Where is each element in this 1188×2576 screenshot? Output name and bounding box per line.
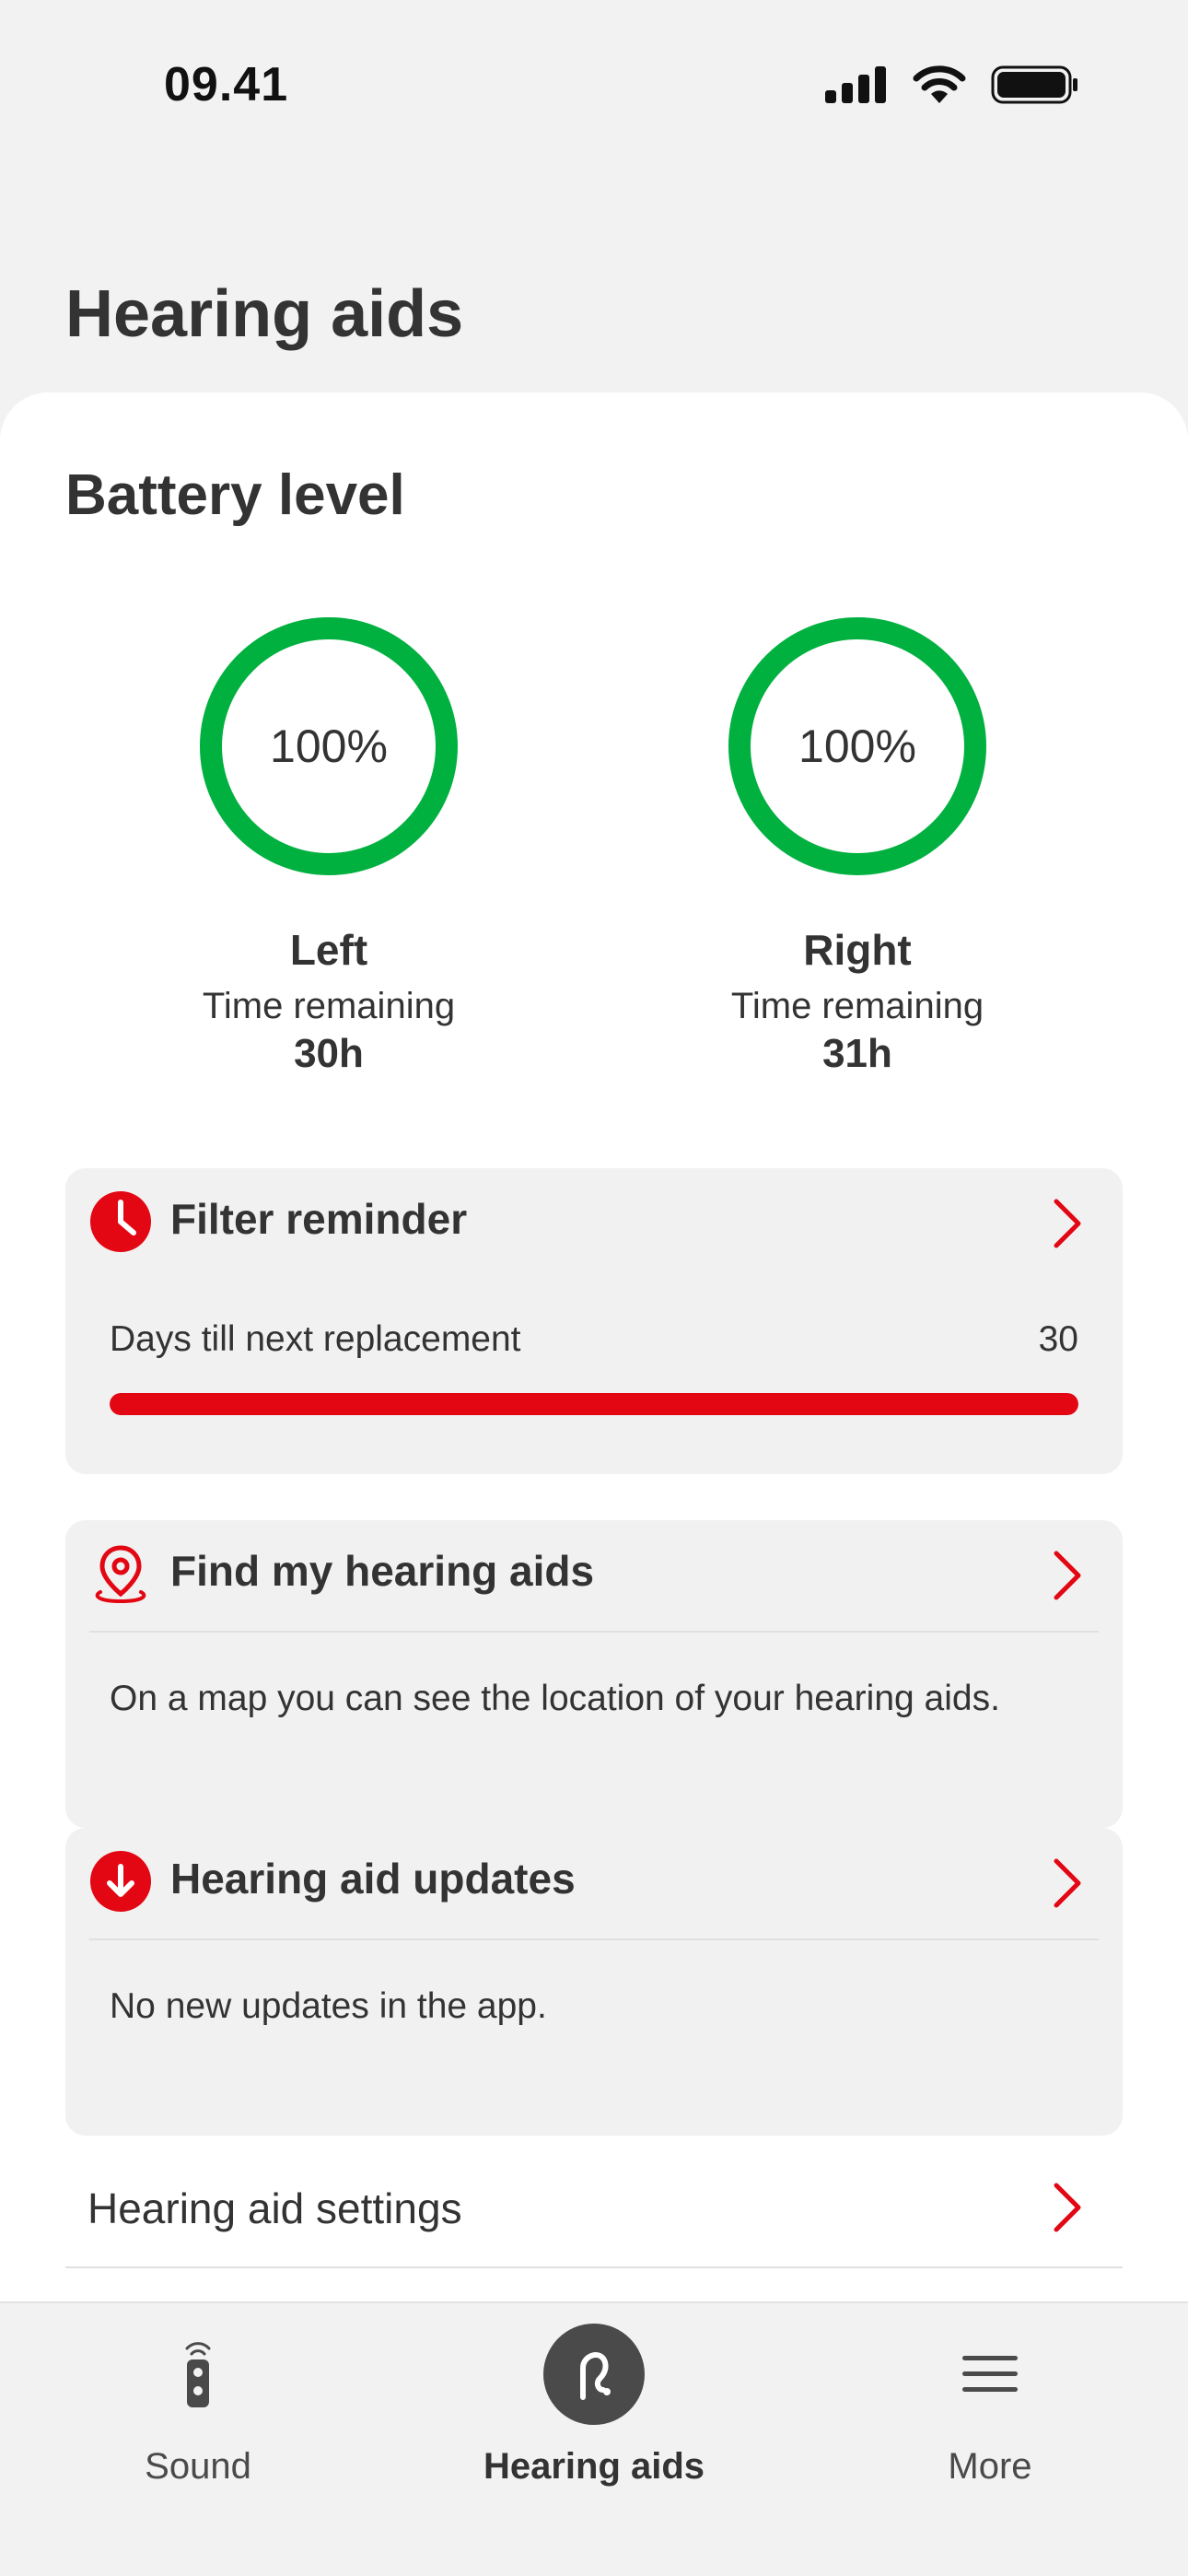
tab-sound-label: Sound xyxy=(145,2446,251,2487)
find-hearing-aids-title: Find my hearing aids xyxy=(170,1547,595,1595)
location-pin-icon xyxy=(95,1545,146,1604)
time-remaining-label-left: Time remaining xyxy=(202,986,456,1026)
hearing-aid-icon[interactable] xyxy=(543,2324,645,2425)
tab-more-label: More xyxy=(948,2446,1032,2487)
chevron-right-icon[interactable] xyxy=(1049,1856,1086,1911)
tab-bar: Sound Hearing aids More xyxy=(0,2301,1188,2576)
clock-icon xyxy=(90,1191,151,1252)
battery-percent-left: 100% xyxy=(270,720,388,772)
battery-percent-right: 100% xyxy=(798,720,916,772)
download-icon xyxy=(90,1851,151,1912)
cellular-signal-icon xyxy=(825,66,886,103)
battery-side-left: Left xyxy=(289,926,368,974)
card-divider xyxy=(89,1938,1099,1940)
hearing-aid-settings-row[interactable]: Hearing aid settings xyxy=(65,2143,1123,2268)
filter-reminder-header[interactable]: Filter reminder xyxy=(65,1168,1123,1279)
days-till-replacement-label: Days till next replacement xyxy=(110,1319,521,1359)
time-remaining-value-left: 30h xyxy=(294,1031,364,1076)
card-divider xyxy=(89,1631,1099,1633)
battery-left: 100% Left Time remaining 30h xyxy=(145,615,513,1077)
filter-reminder-card[interactable]: Filter reminder Days till next replaceme… xyxy=(65,1168,1123,1474)
time-remaining-label-right: Time remaining xyxy=(730,986,984,1026)
filter-reminder-title: Filter reminder xyxy=(170,1195,468,1243)
tab-more[interactable]: More xyxy=(792,2303,1188,2576)
hearing-aid-settings-label: Hearing aid settings xyxy=(87,2184,462,2232)
status-bar: 09.41 xyxy=(0,0,1188,175)
tab-hearing-aids[interactable]: Hearing aids xyxy=(396,2303,792,2576)
find-hearing-aids-header[interactable]: Find my hearing aids xyxy=(65,1520,1123,1631)
filter-progress-bar xyxy=(110,1393,1078,1415)
days-till-replacement-value: 30 xyxy=(1038,1319,1078,1359)
page-title: Hearing aids xyxy=(65,277,464,351)
find-hearing-aids-description: On a map you can see the location of you… xyxy=(110,1679,1000,1718)
hearing-aid-updates-card[interactable]: Hearing aid updates No new updates in th… xyxy=(65,1828,1123,2136)
wifi-icon xyxy=(913,65,966,103)
menu-icon[interactable] xyxy=(939,2324,1041,2425)
tab-hearing-aids-label: Hearing aids xyxy=(483,2446,705,2487)
chevron-right-icon[interactable] xyxy=(1049,1196,1086,1251)
time-remaining-value-right: 31h xyxy=(822,1031,892,1076)
tab-sound[interactable]: Sound xyxy=(0,2303,396,2576)
battery-right: 100% Right Time remaining 31h xyxy=(673,615,1042,1077)
status-time: 09.41 xyxy=(164,58,289,111)
battery-level-title: Battery level xyxy=(65,463,405,527)
chevron-right-icon[interactable] xyxy=(1049,1548,1086,1603)
hearing-aid-updates-header[interactable]: Hearing aid updates xyxy=(65,1828,1123,1938)
hearing-aid-updates-description: No new updates in the app. xyxy=(110,1986,547,2026)
battery-ring-left: 100% xyxy=(198,615,460,877)
hearing-aid-updates-title: Hearing aid updates xyxy=(170,1855,576,1903)
chevron-right-icon[interactable] xyxy=(1049,2180,1086,2235)
battery-ring-right: 100% xyxy=(727,615,988,877)
status-icons xyxy=(825,64,1079,105)
find-hearing-aids-card[interactable]: Find my hearing aids On a map you can se… xyxy=(65,1520,1123,1828)
battery-side-right: Right xyxy=(803,926,912,974)
filter-progress-fill xyxy=(110,1393,1078,1415)
battery-status-icon xyxy=(991,65,1077,104)
main-content: Battery level 100% Left Time remaining 3… xyxy=(0,392,1188,2327)
remote-control-icon[interactable] xyxy=(147,2324,249,2425)
